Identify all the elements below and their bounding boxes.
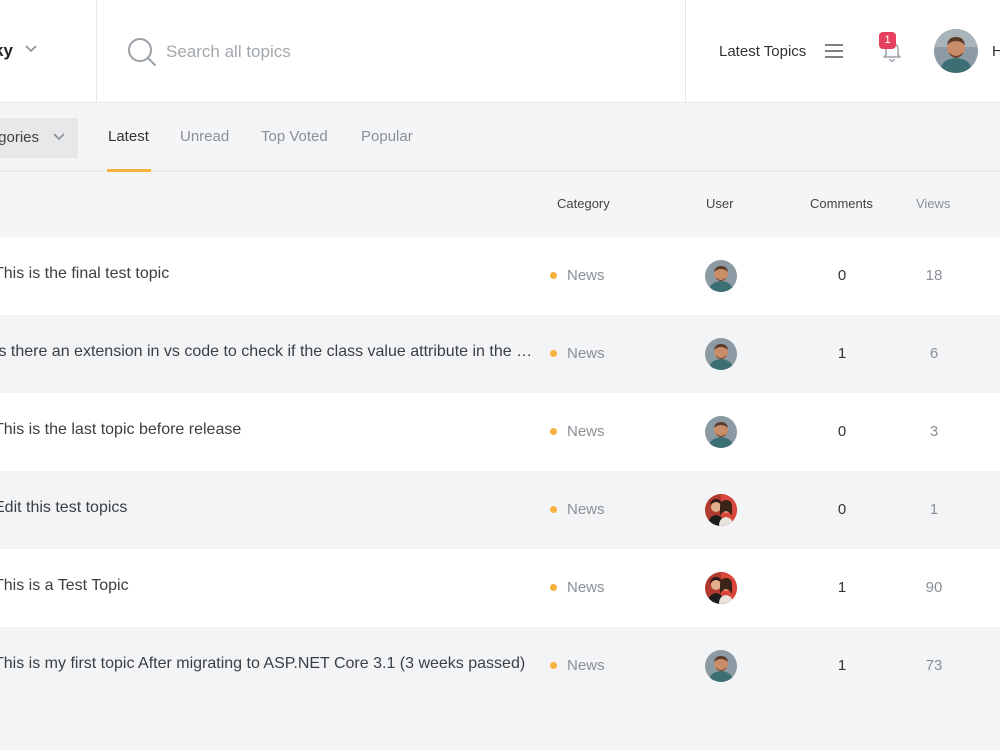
topic-row[interactable]: This is my first topic After migrating t… <box>0 627 1000 705</box>
column-header-comments: Comments <box>810 196 873 211</box>
notification-count-badge: 1 <box>879 32 896 49</box>
comments-count: 1 <box>837 657 847 674</box>
chevron-down-icon <box>53 133 65 141</box>
author-avatar[interactable] <box>705 494 737 526</box>
category-dot <box>550 662 557 669</box>
views-count: 73 <box>925 657 943 674</box>
author-avatar[interactable] <box>705 260 737 292</box>
topic-row[interactable]: Is there an extension in vs code to chec… <box>0 315 1000 393</box>
search-input[interactable] <box>166 36 586 68</box>
user-name[interactable]: H <box>992 43 1000 60</box>
views-count: 6 <box>929 345 939 362</box>
views-count: 18 <box>925 267 943 284</box>
category-dot <box>550 272 557 279</box>
category-dot <box>550 428 557 435</box>
topic-title[interactable]: Edit this test topics <box>0 499 536 517</box>
comments-count: 0 <box>837 423 847 440</box>
topic-title[interactable]: This is the last topic before release <box>0 421 536 439</box>
topic-category[interactable]: News <box>567 657 605 674</box>
topic-row[interactable]: This is the final test topic News 0 18 <box>0 237 1000 315</box>
tab-top-voted[interactable]: Top Voted <box>261 128 328 145</box>
author-avatar[interactable] <box>705 416 737 448</box>
topic-row[interactable]: Edit this test topics News 0 1 <box>0 471 1000 549</box>
author-avatar[interactable] <box>705 650 737 682</box>
topic-title[interactable]: This is my first topic After migrating t… <box>0 655 536 673</box>
tab-unread[interactable]: Unread <box>180 128 229 145</box>
topic-category[interactable]: News <box>567 501 605 518</box>
comments-count: 1 <box>837 579 847 596</box>
topic-row[interactable]: This is the last topic before release Ne… <box>0 393 1000 471</box>
comments-count: 1 <box>837 345 847 362</box>
topic-tabs-bar: Categories Latest Unread Top Voted Popul… <box>0 103 1000 172</box>
comments-count: 0 <box>837 501 847 518</box>
active-tab-indicator <box>107 169 151 172</box>
column-header-user: User <box>706 196 734 211</box>
categories-dropdown[interactable]: Categories <box>0 118 78 158</box>
category-dot <box>550 350 557 357</box>
search-icon <box>128 38 156 66</box>
tab-latest[interactable]: Latest <box>108 128 149 145</box>
topic-row[interactable]: This is a Test Topic News 1 90 <box>0 549 1000 627</box>
topic-title[interactable]: This is a Test Topic <box>0 577 536 595</box>
topic-title[interactable]: This is the final test topic <box>0 265 536 283</box>
topic-category[interactable]: News <box>567 345 605 362</box>
brand-area[interactable]: ky <box>0 0 97 103</box>
header-actions: Latest Topics 1 H <box>685 0 1000 103</box>
latest-topics-link[interactable]: Latest Topics <box>719 43 806 60</box>
category-dot <box>550 506 557 513</box>
topic-list: This is the final test topic News 0 18 I… <box>0 237 1000 705</box>
author-avatar[interactable] <box>705 572 737 604</box>
topic-title[interactable]: Is there an extension in vs code to chec… <box>0 343 536 361</box>
tab-popular[interactable]: Popular <box>361 128 413 145</box>
column-header-category: Category <box>557 196 610 211</box>
categories-dropdown-label: Categories <box>0 129 39 146</box>
views-count: 3 <box>929 423 939 440</box>
topic-category[interactable]: News <box>567 267 605 284</box>
top-header: ky Latest Topics 1 <box>0 0 1000 103</box>
topic-category[interactable]: News <box>567 423 605 440</box>
views-count: 1 <box>929 501 939 518</box>
column-header-views: Views <box>916 196 951 211</box>
comments-count: 0 <box>837 267 847 284</box>
brand-name: ky <box>0 41 13 60</box>
chevron-down-icon <box>25 45 37 53</box>
user-avatar[interactable] <box>934 29 978 73</box>
author-avatar[interactable] <box>705 338 737 370</box>
views-count: 90 <box>925 579 943 596</box>
category-dot <box>550 584 557 591</box>
hamburger-menu-icon[interactable] <box>824 43 844 59</box>
topic-category[interactable]: News <box>567 579 605 596</box>
